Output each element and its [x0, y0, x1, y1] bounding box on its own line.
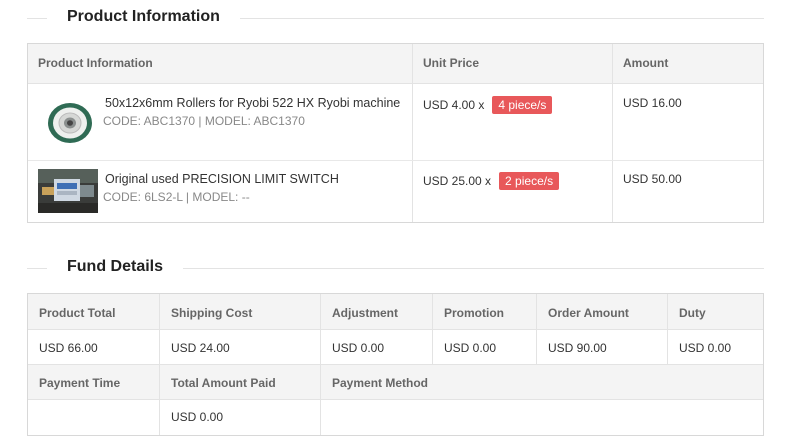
roller-wheel-icon[interactable]: [40, 101, 100, 145]
fund-header-payment-method: Payment Method: [332, 376, 429, 390]
fund-value-adjustment: USD 0.00: [332, 341, 385, 355]
header-unit-price: Unit Price: [423, 56, 480, 70]
quantity-badge: 4 piece/s: [492, 96, 553, 114]
fund-header-product-total: Product Total: [39, 306, 116, 320]
amount-value: USD 50.00: [623, 172, 682, 186]
unit-price-value: USD 25.00 x: [423, 174, 492, 188]
unit-price: USD 4.00 x 4 piece/s: [423, 96, 553, 114]
product-table: Product Information Unit Price Amount 50…: [27, 43, 764, 223]
product-section-header: Product Information: [0, 6, 787, 30]
row-divider: [28, 329, 763, 330]
row-divider: [28, 399, 763, 400]
fund-value-duty: USD 0.00: [679, 341, 732, 355]
divider: [183, 268, 764, 269]
fund-header-adjustment: Adjustment: [332, 306, 398, 320]
divider: [27, 18, 47, 19]
column-divider: [320, 294, 321, 435]
product-meta: CODE: ABC1370 | MODEL: ABC1370: [103, 114, 305, 128]
divider: [240, 18, 764, 19]
fund-section-header: Fund Details: [0, 256, 787, 280]
header-product: Product Information: [38, 56, 153, 70]
table-row[interactable]: Original used PRECISION LIMIT SWITCH COD…: [28, 161, 763, 222]
fund-value-product-total: USD 66.00: [39, 341, 98, 355]
divider: [27, 268, 47, 269]
unit-price: USD 25.00 x 2 piece/s: [423, 172, 560, 190]
fund-value-total-amount-paid: USD 0.00: [171, 410, 224, 424]
fund-header-promotion: Promotion: [444, 306, 504, 320]
fund-header-payment-time: Payment Time: [39, 376, 121, 390]
unit-price-value: USD 4.00 x: [423, 98, 485, 112]
fund-header-total-amount-paid: Total Amount Paid: [171, 376, 276, 390]
fund-value-shipping-cost: USD 24.00: [171, 341, 230, 355]
fund-header-duty: Duty: [679, 306, 706, 320]
fund-header-shipping-cost: Shipping Cost: [171, 306, 253, 320]
product-meta: CODE: 6LS2-L | MODEL: --: [103, 190, 250, 204]
column-divider: [159, 294, 160, 435]
section-title-fund: Fund Details: [67, 258, 164, 275]
quantity-badge: 2 piece/s: [499, 172, 560, 190]
fund-value-order-amount: USD 90.00: [548, 341, 607, 355]
product-name-link[interactable]: Original used PRECISION LIMIT SWITCH: [105, 172, 405, 186]
product-table-header: Product Information Unit Price Amount: [28, 44, 763, 84]
product-name-link[interactable]: 50x12x6mm Rollers for Ryobi 522 HX Ryobi…: [105, 96, 405, 110]
fund-header-order-amount: Order Amount: [548, 306, 629, 320]
column-divider: [667, 294, 668, 364]
fund-table: Product Total Shipping Cost Adjustment P…: [27, 293, 764, 436]
fund-value-promotion: USD 0.00: [444, 341, 497, 355]
column-divider: [536, 294, 537, 364]
column-divider: [432, 294, 433, 364]
table-row[interactable]: 50x12x6mm Rollers for Ryobi 522 HX Ryobi…: [28, 84, 763, 161]
section-title-product: Product Information: [67, 8, 220, 25]
amount-value: USD 16.00: [623, 96, 682, 110]
header-amount: Amount: [623, 56, 669, 70]
limit-switch-icon[interactable]: [38, 169, 98, 213]
